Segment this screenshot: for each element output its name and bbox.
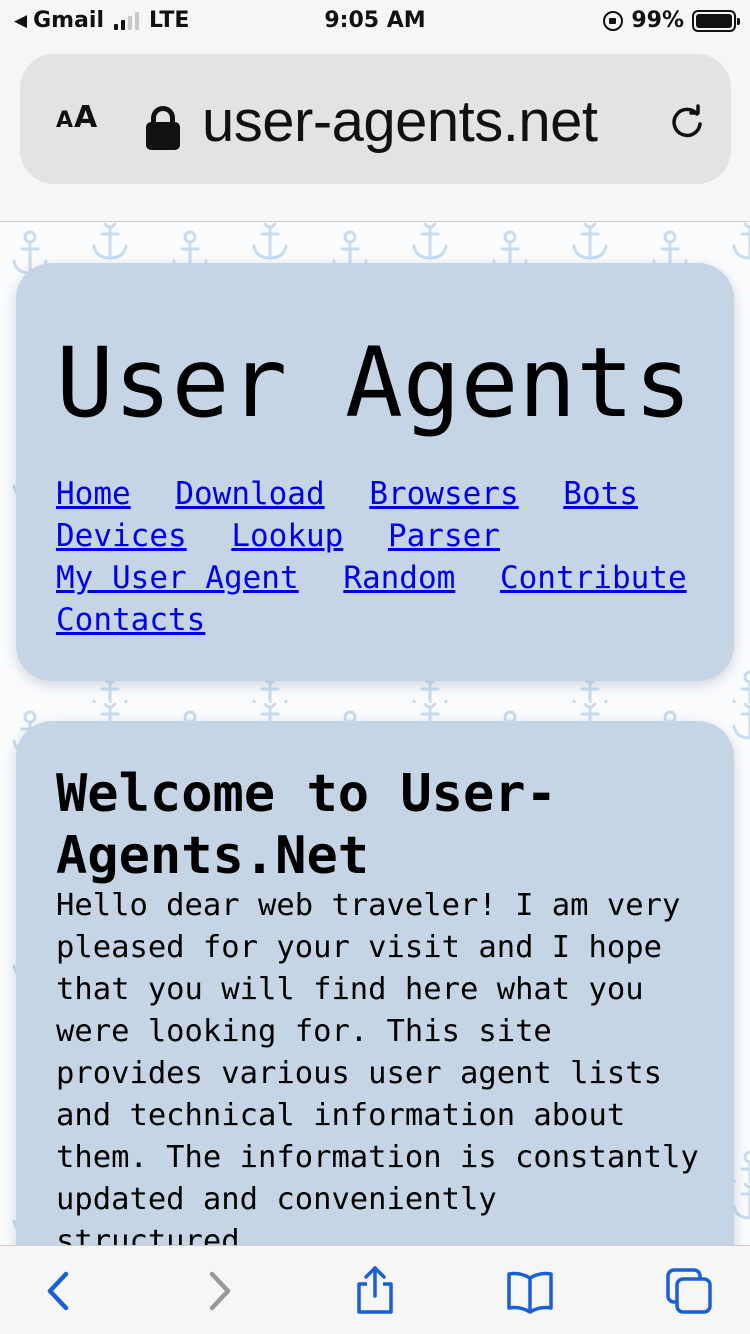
lock-icon — [146, 106, 180, 150]
nav-link-bots[interactable]: Bots — [563, 476, 638, 512]
nav-link-devices[interactable]: Devices — [56, 518, 187, 554]
battery-percent: 99% — [631, 8, 684, 33]
web-page[interactable]: User Agents Home Download Browsers Bots … — [0, 223, 750, 1245]
bookmarks-icon[interactable] — [505, 1266, 555, 1316]
status-right: 99% — [603, 8, 740, 33]
share-icon[interactable] — [350, 1266, 400, 1316]
status-bar: ◀ Gmail LTE 9:05 AM 99% — [0, 0, 750, 42]
nav-link-download[interactable]: Download — [175, 476, 324, 512]
nav-link-contribute[interactable]: Contribute — [500, 560, 687, 596]
orientation-lock-icon — [603, 10, 624, 31]
header-card: User Agents Home Download Browsers Bots … — [16, 263, 734, 681]
welcome-card: Welcome to User-Agents.Net Hello dear we… — [16, 721, 734, 1245]
nav-link-random[interactable]: Random — [343, 560, 455, 596]
nav-link-lookup[interactable]: Lookup — [231, 518, 343, 554]
nav-link-parser[interactable]: Parser — [388, 518, 500, 554]
site-title: User Agents — [56, 327, 692, 439]
reload-icon[interactable] — [667, 102, 707, 152]
tabs-icon[interactable] — [664, 1266, 714, 1316]
nav-link-browsers[interactable]: Browsers — [369, 476, 518, 512]
text-size-small-label: A — [56, 108, 75, 133]
url-text[interactable]: user-agents.net — [202, 88, 598, 155]
text-size-button[interactable]: AA — [56, 100, 98, 135]
welcome-heading: Welcome to User-Agents.Net — [56, 764, 557, 886]
address-bar[interactable]: AA user-agents.net — [20, 54, 731, 184]
nav-link-my-user-agent[interactable]: My User Agent — [56, 560, 299, 596]
battery-icon — [692, 9, 740, 32]
browser-chrome: AA user-agents.net — [0, 42, 750, 222]
back-icon[interactable] — [34, 1266, 84, 1316]
nav-link-contacts[interactable]: Contacts — [56, 602, 205, 638]
forward-icon[interactable] — [194, 1266, 244, 1316]
welcome-paragraph: Hello dear web traveler! I am very pleas… — [56, 888, 699, 1245]
browser-toolbar — [0, 1245, 750, 1334]
text-size-large-label: A — [74, 100, 99, 135]
nav-link-home[interactable]: Home — [56, 476, 131, 512]
main-nav: Home Download Browsers Bots Devices Look… — [56, 473, 716, 641]
